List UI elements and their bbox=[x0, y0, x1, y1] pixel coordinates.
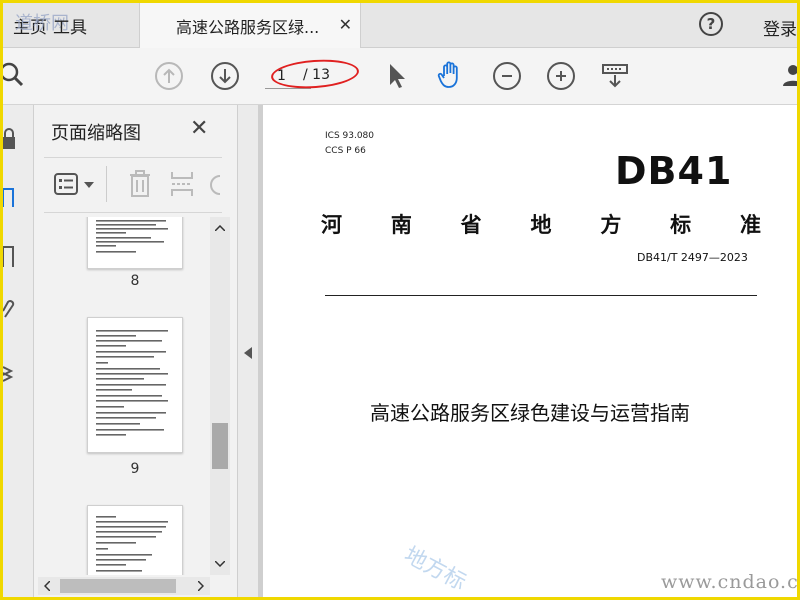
hand-tool-icon[interactable] bbox=[436, 60, 464, 88]
zoom-out-icon[interactable] bbox=[493, 62, 521, 90]
standard-type-heading: 河 南 省 地 方 标 准 bbox=[321, 209, 761, 239]
thumbnail-label: 9 bbox=[130, 461, 140, 477]
scroll-right-icon[interactable] bbox=[198, 581, 204, 591]
page-display-icon[interactable] bbox=[601, 62, 629, 90]
delete-page-icon[interactable] bbox=[128, 170, 152, 198]
document-title: 高速公路服务区绿色建设与运营指南 bbox=[370, 401, 690, 425]
vertical-scroll-thumb[interactable] bbox=[212, 423, 228, 469]
tab-document[interactable]: 高速公路服务区绿... ✕ bbox=[139, 3, 361, 48]
chevron-down-icon[interactable] bbox=[84, 182, 94, 188]
navigation-rail bbox=[3, 105, 34, 597]
scroll-up-icon[interactable] bbox=[215, 225, 225, 231]
main-toolbar: / 13 bbox=[3, 48, 797, 105]
standard-char: 南 bbox=[390, 213, 412, 237]
help-icon[interactable]: ? bbox=[699, 12, 723, 36]
page-thumbnail[interactable] bbox=[87, 317, 183, 453]
header-rule bbox=[325, 295, 757, 296]
extract-page-icon[interactable] bbox=[170, 170, 196, 198]
standard-char: 地 bbox=[530, 213, 552, 237]
toolbar-divider bbox=[106, 166, 107, 202]
thumbnail-label: 8 bbox=[130, 273, 140, 289]
pdf-page: ICS 93.080 CCS P 66 DB41 河 南 省 地 方 标 准 D… bbox=[263, 105, 797, 597]
thumbnail-text-lines bbox=[96, 516, 168, 572]
collapse-panel-icon[interactable] bbox=[244, 347, 252, 359]
tab-tools[interactable]: 工具 bbox=[53, 3, 113, 47]
diagonal-watermark: 地方标 bbox=[399, 542, 470, 596]
lock-icon[interactable] bbox=[3, 127, 17, 149]
horizontal-scroll-thumb[interactable] bbox=[60, 579, 176, 593]
select-cursor-icon[interactable] bbox=[383, 62, 411, 90]
document-view[interactable]: ICS 93.080 CCS P 66 DB41 河 南 省 地 方 标 准 D… bbox=[238, 105, 797, 597]
thumbnail-vertical-scrollbar[interactable] bbox=[210, 217, 230, 575]
tab-close-icon[interactable]: ✕ bbox=[339, 15, 352, 34]
red-annotation-oval bbox=[270, 56, 360, 92]
rotate-page-icon[interactable] bbox=[208, 172, 222, 198]
standard-char: 方 bbox=[600, 213, 622, 237]
panel-collapse-strip[interactable] bbox=[238, 105, 259, 597]
scroll-left-icon[interactable] bbox=[44, 581, 50, 591]
page-thumbnail[interactable] bbox=[87, 505, 183, 575]
page-thumbnail[interactable] bbox=[87, 217, 183, 269]
ccs-code: CCS P 66 bbox=[325, 146, 366, 156]
layers-icon[interactable] bbox=[3, 361, 17, 383]
search-icon[interactable] bbox=[3, 60, 31, 88]
previous-page-icon[interactable] bbox=[155, 62, 183, 90]
thumbnail-text-lines bbox=[96, 220, 168, 253]
standard-char: 标 bbox=[670, 213, 692, 237]
standard-char: 省 bbox=[460, 213, 482, 237]
thumbnail-text-lines bbox=[96, 330, 168, 436]
account-icon[interactable] bbox=[781, 62, 797, 90]
tab-document-label: 高速公路服务区绿... bbox=[176, 17, 320, 37]
bookmark-icon[interactable] bbox=[3, 245, 17, 267]
classification-codes: ICS 93.080 CCS P 66 bbox=[325, 129, 374, 159]
panel-close-icon[interactable]: ✕ bbox=[190, 116, 208, 141]
attachment-icon[interactable] bbox=[3, 297, 17, 319]
zoom-in-icon[interactable] bbox=[547, 62, 575, 90]
next-page-icon[interactable] bbox=[211, 62, 239, 90]
thumbnail-list[interactable]: 8 9 bbox=[34, 217, 209, 575]
page-thumbnails-icon[interactable] bbox=[3, 185, 17, 207]
ics-code: ICS 93.080 bbox=[325, 131, 375, 141]
thumbnails-panel: 页面缩略图 ✕ 8 9 bbox=[34, 105, 238, 597]
thumbnail-horizontal-scrollbar[interactable] bbox=[38, 577, 210, 595]
thumbnail-options-icon[interactable] bbox=[54, 173, 80, 197]
db-mark: DB41 bbox=[615, 149, 733, 193]
tab-bar: 主页 道桥网 工具 高速公路服务区绿... ✕ ? 登录 bbox=[3, 3, 797, 48]
panel-toolbar bbox=[44, 157, 222, 213]
standard-code: DB41/T 2497—2023 bbox=[637, 251, 748, 264]
standard-char: 河 bbox=[321, 213, 342, 237]
pdf-reader-window: 主页 道桥网 工具 高速公路服务区绿... ✕ ? 登录 / 13 bbox=[3, 3, 797, 597]
standard-char: 准 bbox=[739, 213, 761, 237]
site-watermark: www.cndao.com bbox=[661, 571, 797, 593]
panel-title: 页面缩略图 bbox=[51, 123, 141, 144]
login-button[interactable]: 登录 bbox=[763, 15, 797, 40]
tab-tools-label: 工具 bbox=[53, 17, 87, 38]
scroll-down-icon[interactable] bbox=[215, 561, 225, 567]
